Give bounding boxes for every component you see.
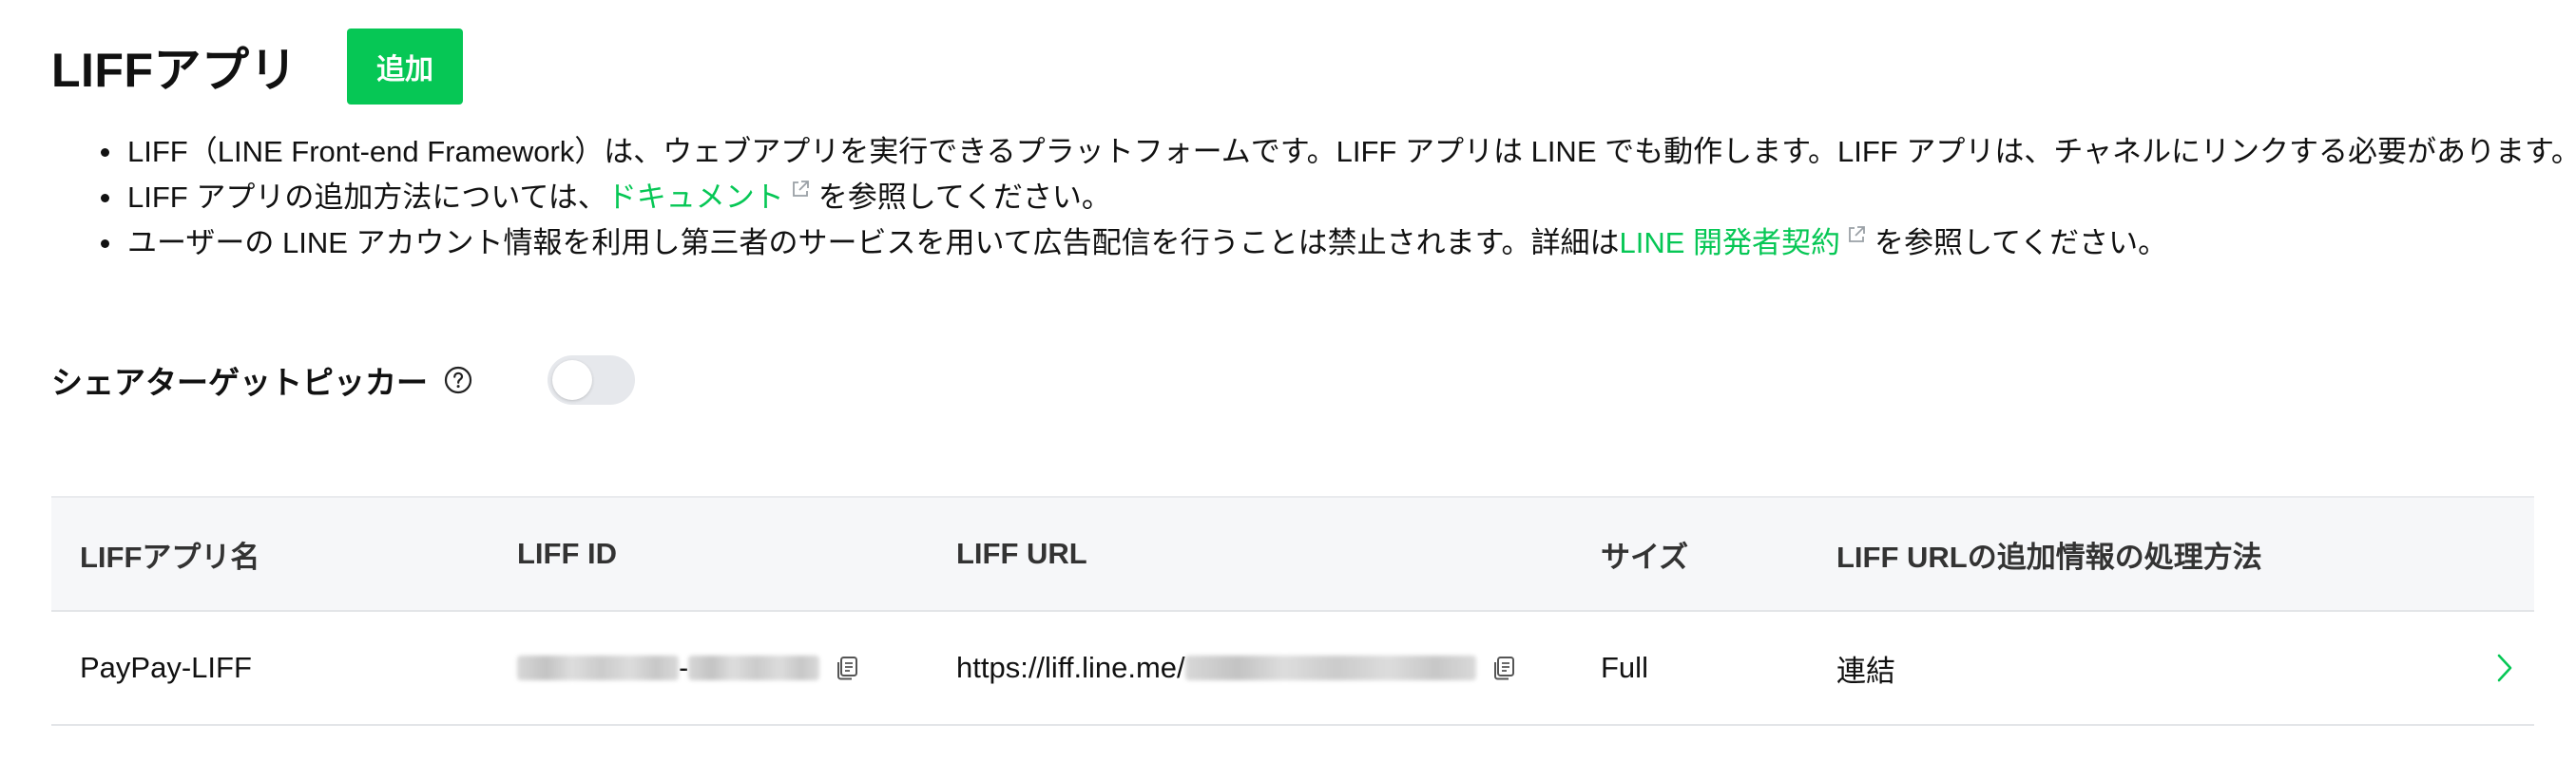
column-header-url-handling: LIFF URLの追加情報の処理方法	[1836, 540, 2262, 574]
page-header: LIFFアプリ 追加	[51, 29, 464, 105]
column-header-size: サイズ	[1601, 540, 1689, 574]
info-item-docs: LIFF アプリの追加方法については、ドキュメント を参照してください。	[91, 175, 2576, 220]
add-button[interactable]: 追加	[347, 29, 464, 105]
info-item-policy: ユーザーの LINE アカウント情報を利用し第三者のサービスを用いて広告配信を行…	[91, 220, 2576, 266]
page-title: LIFFアプリ	[51, 44, 298, 97]
info-text: LIFF（LINE Front-end Framework）は、ウェブアプリを実…	[127, 135, 2576, 168]
table-header-row: LIFFアプリ名 LIFF ID LIFF URL サイズ LIFF URLの追…	[51, 496, 2534, 612]
info-text: を参照してください。	[1874, 226, 2168, 259]
size-cell: Full	[1601, 651, 1648, 684]
liff-id-separator: -	[679, 651, 689, 684]
redacted-url-part	[1184, 656, 1476, 680]
external-link-icon	[792, 181, 809, 197]
redacted-id-part	[688, 656, 820, 680]
row-detail-link[interactable]	[2494, 612, 2515, 724]
chevron-right-icon	[2497, 654, 2512, 682]
info-text: ユーザーの LINE アカウント情報を利用し第三者のサービスを用いて広告配信を行…	[127, 226, 1620, 259]
info-text: LIFF アプリの追加方法については、	[127, 181, 607, 214]
share-target-picker-label: シェアターゲットピッカー	[51, 365, 428, 400]
liff-apps-table: LIFFアプリ名 LIFF ID LIFF URL サイズ LIFF URLの追…	[51, 496, 2534, 726]
liff-apps-page: LIFFアプリ 追加 LIFF（LINE Front-end Framework…	[0, 0, 2576, 781]
toggle-knob	[552, 360, 592, 400]
liff-id-cell: -	[517, 612, 861, 724]
redacted-id-part	[517, 656, 679, 680]
developer-agreement-link[interactable]: LINE 開発者契約	[1620, 226, 1841, 259]
documentation-link[interactable]: ドキュメント	[607, 181, 784, 214]
column-header-app-name: LIFFアプリ名	[80, 540, 260, 574]
info-item-about: LIFF（LINE Front-end Framework）は、ウェブアプリを実…	[91, 129, 2576, 175]
liff-url-cell: https://liff.line.me/	[956, 612, 1518, 724]
share-target-picker-setting: シェアターゲットピッカー	[51, 352, 635, 409]
url-handling-cell: 連結	[1836, 654, 1895, 688]
info-list: LIFF（LINE Front-end Framework）は、ウェブアプリを実…	[91, 129, 2576, 266]
column-header-liff-id: LIFF ID	[517, 537, 618, 570]
app-name-cell: PayPay-LIFF	[80, 651, 252, 684]
copy-icon[interactable]	[833, 654, 861, 682]
table-row[interactable]: PayPay-LIFF - https://liff.line.me/ Full…	[51, 612, 2534, 726]
copy-icon[interactable]	[1490, 654, 1518, 682]
column-header-liff-url: LIFF URL	[956, 537, 1087, 570]
help-icon[interactable]	[443, 365, 473, 395]
liff-url-prefix: https://liff.line.me/	[956, 651, 1185, 684]
external-link-icon	[1849, 226, 1865, 242]
share-target-picker-toggle[interactable]	[548, 355, 635, 405]
info-text: を参照してください。	[817, 181, 1111, 214]
